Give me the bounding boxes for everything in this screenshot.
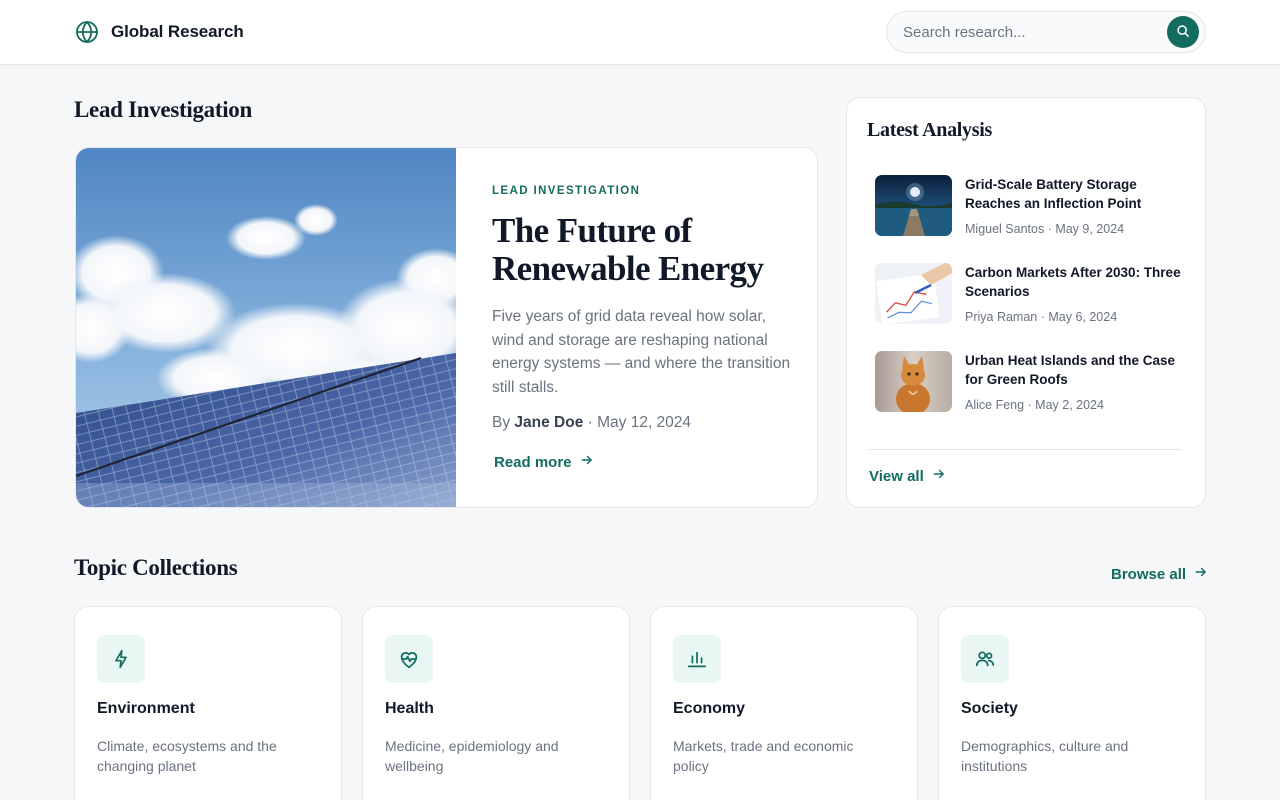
analysis-thumb-charts (875, 263, 952, 324)
search-icon (1176, 24, 1190, 41)
bolt-icon (97, 635, 145, 683)
topic-name: Society (961, 700, 1018, 717)
search-bar (886, 11, 1206, 53)
bar-chart-icon (673, 635, 721, 683)
lead-byline: By Jane Doe · May 12, 2024 (492, 414, 691, 432)
read-more-label: Read more (494, 453, 572, 471)
search-input[interactable] (903, 12, 1163, 52)
brand[interactable]: Global Research (75, 20, 244, 44)
heart-pulse-icon (385, 635, 433, 683)
latest-analysis-panel: Latest Analysis Grid-Scale Battery Stora… (846, 97, 1206, 508)
analysis-thumb-cat (875, 351, 952, 412)
topic-description: Climate, ecosystems and the changing pla… (97, 738, 277, 774)
latest-analysis-title: Latest Analysis (867, 119, 992, 141)
browse-all-link[interactable]: Browse all (1111, 565, 1208, 583)
topic-description: Markets, trade and economic policy (673, 738, 854, 774)
search-button[interactable] (1167, 16, 1199, 48)
topic-card-economy[interactable]: Economy Markets, trade and economic poli… (650, 606, 918, 800)
analysis-title: Carbon Markets After 2030: Three Scenari… (965, 265, 1181, 299)
topic-name: Environment (97, 700, 195, 717)
view-all-label: View all (869, 467, 924, 485)
users-icon (961, 635, 1009, 683)
divider (868, 449, 1182, 450)
view-all-link[interactable]: View all (869, 467, 946, 485)
analysis-meta: Miguel Santos · May 9, 2024 (965, 222, 1125, 236)
topic-card-health[interactable]: Health Medicine, epidemiology and wellbe… (362, 606, 630, 800)
topic-card-society[interactable]: Society Demographics, culture and instit… (938, 606, 1206, 800)
arrow-right-icon (1194, 565, 1208, 583)
topics-section-title: Topic Collections (74, 555, 238, 580)
analysis-item[interactable]: Grid-Scale Battery Storage Reaches an In… (875, 175, 1185, 237)
analysis-meta: Priya Raman · May 6, 2024 (965, 310, 1118, 324)
globe-icon (75, 20, 99, 44)
lead-author[interactable]: Jane Doe (514, 414, 583, 431)
topic-description: Medicine, epidemiology and wellbeing (385, 738, 559, 774)
lead-title[interactable]: The Future of Renewable Energy (492, 212, 792, 288)
top-header: Global Research (0, 0, 1280, 65)
arrow-right-icon (932, 467, 946, 485)
lead-image-solar-panels[interactable] (76, 148, 476, 507)
byline-prefix: By (492, 414, 511, 431)
lead-eyebrow: LEAD INVESTIGATION (492, 185, 641, 197)
analysis-thumb-pier (875, 175, 952, 236)
lead-date: · May 12, 2024 (587, 414, 692, 431)
lead-card: LEAD INVESTIGATION The Future of Renewab… (75, 147, 818, 508)
topic-card-environment[interactable]: Environment Climate, ecosystems and the … (74, 606, 342, 800)
read-more-link[interactable]: Read more (494, 453, 594, 471)
browse-all-label: Browse all (1111, 565, 1187, 583)
lead-section-title: Lead Investigation (74, 97, 252, 122)
topic-name: Economy (673, 700, 746, 717)
topic-description: Demographics, culture and institutions (961, 738, 1129, 774)
analysis-title: Grid-Scale Battery Storage Reaches an In… (965, 177, 1142, 211)
analysis-title: Urban Heat Islands and the Case for Gree… (965, 353, 1176, 387)
lead-description: Five years of grid data reveal how solar… (492, 308, 791, 396)
analysis-meta: Alice Feng · May 2, 2024 (965, 398, 1104, 412)
analysis-item[interactable]: Carbon Markets After 2030: Three Scenari… (875, 263, 1185, 325)
topic-name: Health (385, 700, 434, 717)
arrow-right-icon (580, 453, 594, 471)
brand-name: Global Research (111, 22, 244, 41)
analysis-item[interactable]: Urban Heat Islands and the Case for Gree… (875, 351, 1185, 413)
